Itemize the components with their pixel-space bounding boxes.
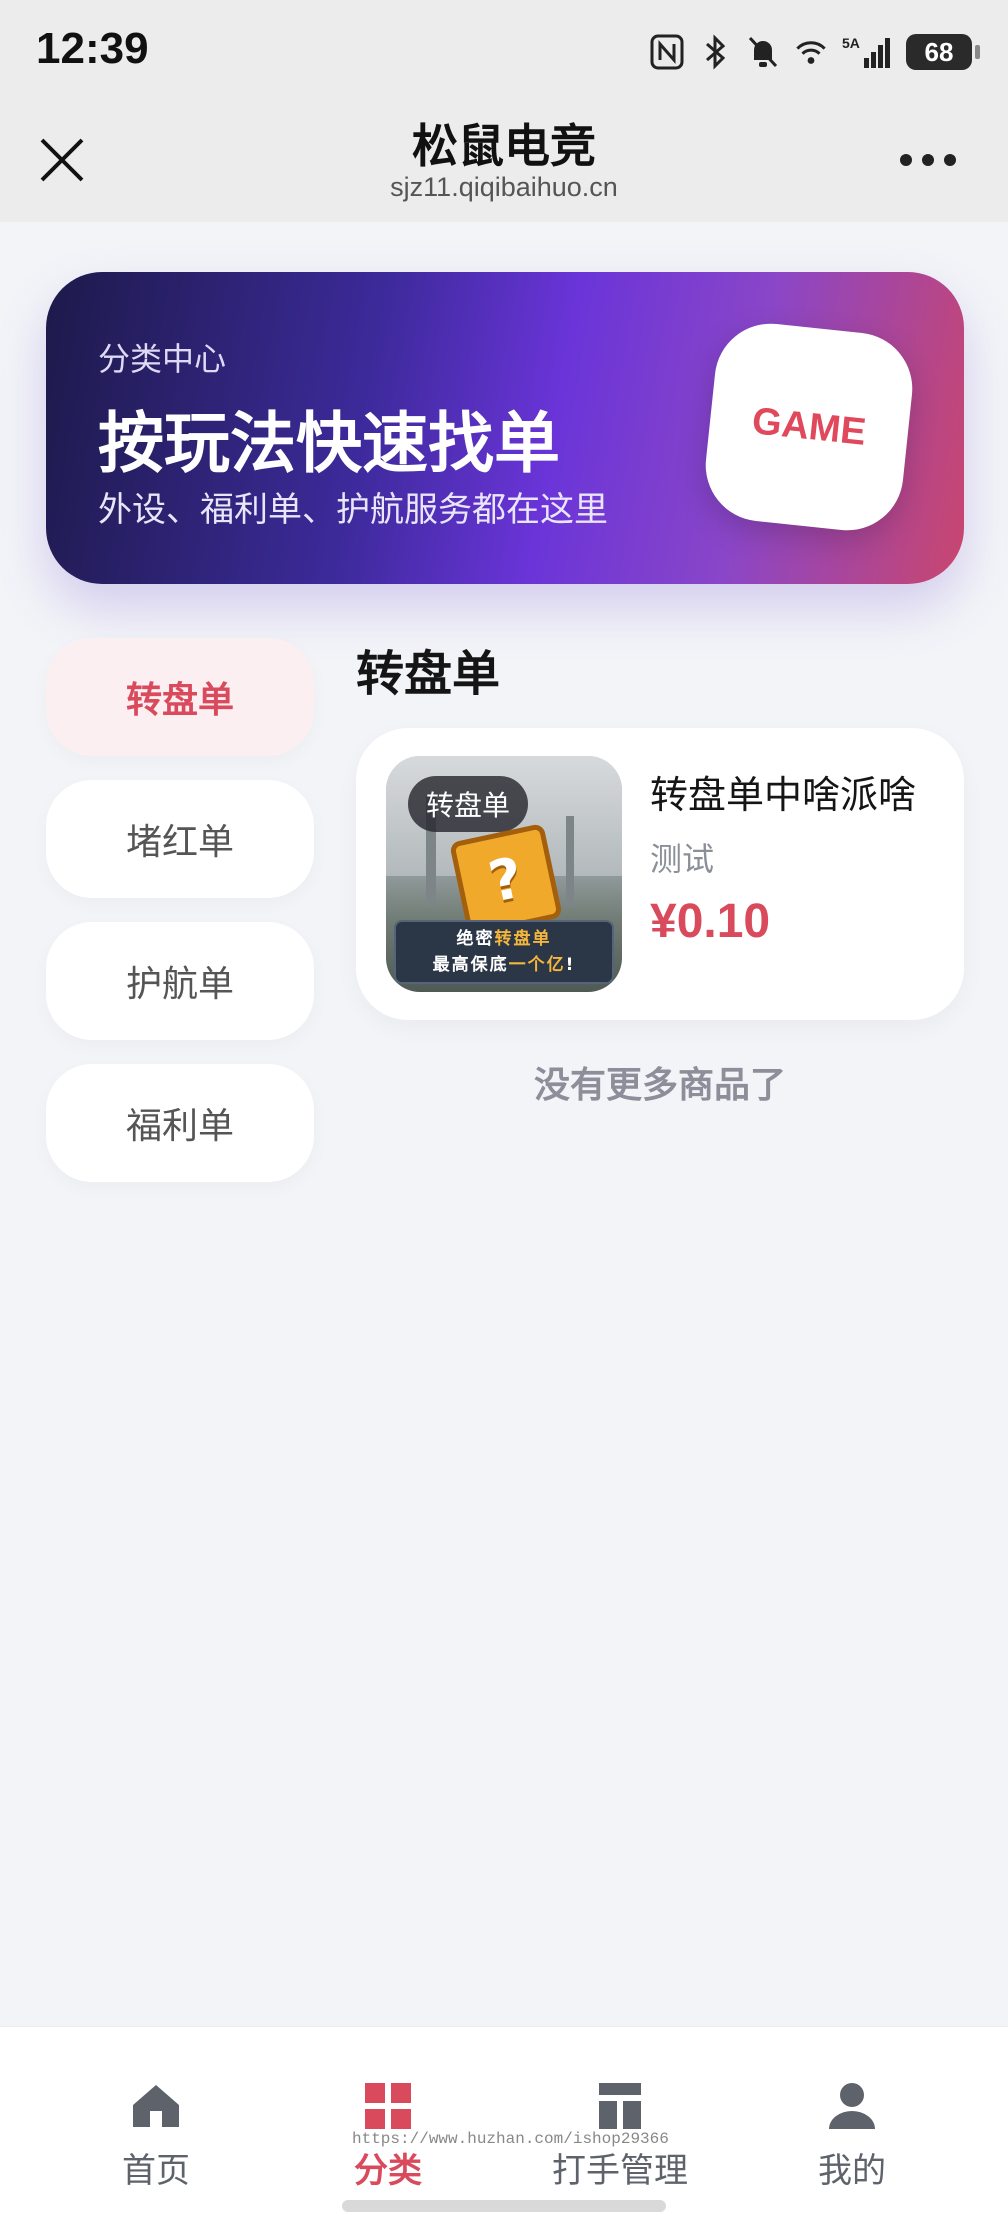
banner-title: 按玩法快速找单 [98, 405, 560, 482]
thumbnail-tag: 转盘单 [408, 776, 529, 832]
wifi-icon [794, 34, 828, 70]
category-item-huhang[interactable]: 护航单 [46, 922, 314, 1040]
nav-profile[interactable]: 我的 [742, 2079, 962, 2192]
game-badge-text: GAME [750, 399, 868, 454]
product-price: ¥0.10 [650, 895, 771, 948]
category-label: 护航单 [125, 964, 234, 1005]
page-header: 松鼠电竞 sjz11.qiqibaihuo.cn [0, 104, 1008, 222]
category-banner: 分类中心 按玩法快速找单 外设、福利单、护航服务都在这里 GAME [46, 272, 964, 584]
bluetooth-icon [698, 34, 732, 70]
user-icon [829, 2083, 875, 2129]
product-card[interactable]: 转盘单 ? 绝密转盘单 最高保底一个亿! 转盘单中啥派啥 测试 ¥0.10 [356, 728, 964, 1020]
nav-home-label: 首页 [122, 2151, 190, 2191]
nav-profile-label: 我的 [818, 2151, 886, 2191]
manage-icon [599, 2083, 641, 2129]
section-title: 转盘单 [356, 646, 501, 702]
nav-home[interactable]: 首页 [46, 2079, 266, 2192]
category-item-zhuanpan[interactable]: 转盘单 [46, 638, 314, 756]
battery-indicator: 68 [906, 34, 980, 70]
product-name: 转盘单中啥派啥 [650, 773, 917, 817]
signal-icon: 5A [842, 34, 892, 70]
watermark-text: https://www.huzhan.com/ishop29366 [352, 2130, 669, 2148]
status-icons: 5A 68 [650, 30, 980, 74]
game-badge: GAME [700, 318, 918, 536]
grid-icon [365, 2083, 411, 2129]
product-thumbnail: 转盘单 ? 绝密转盘单 最高保底一个亿! [386, 756, 622, 992]
category-label: 转盘单 [125, 680, 234, 721]
home-icon [133, 2085, 179, 2127]
nfc-icon [650, 34, 684, 70]
category-item-fuli[interactable]: 福利单 [46, 1064, 314, 1182]
status-time: 12:39 [36, 24, 149, 73]
svg-text:5A: 5A [842, 35, 860, 51]
more-icon[interactable] [900, 148, 956, 172]
status-bar: 12:39 5A 68 [0, 0, 1008, 104]
mute-bell-icon [746, 34, 780, 70]
banner-description: 外设、福利单、护航服务都在这里 [98, 490, 608, 530]
banner-label: 分类中心 [98, 340, 227, 378]
list-end-text: 没有更多商品了 [533, 1065, 786, 1106]
category-item-duhong[interactable]: 堵红单 [46, 780, 314, 898]
category-label: 堵红单 [125, 822, 234, 863]
home-indicator[interactable] [342, 2200, 666, 2212]
page-url: sjz11.qiqibaihuo.cn [390, 172, 618, 202]
product-subtitle: 测试 [650, 840, 715, 878]
thumbnail-caption: 绝密转盘单 最高保底一个亿! [394, 920, 614, 984]
nav-category-label: 分类 [354, 2151, 422, 2191]
page-title: 松鼠电竞 [412, 119, 596, 173]
category-label: 福利单 [125, 1106, 234, 1147]
nav-manage-label: 打手管理 [552, 2151, 688, 2191]
